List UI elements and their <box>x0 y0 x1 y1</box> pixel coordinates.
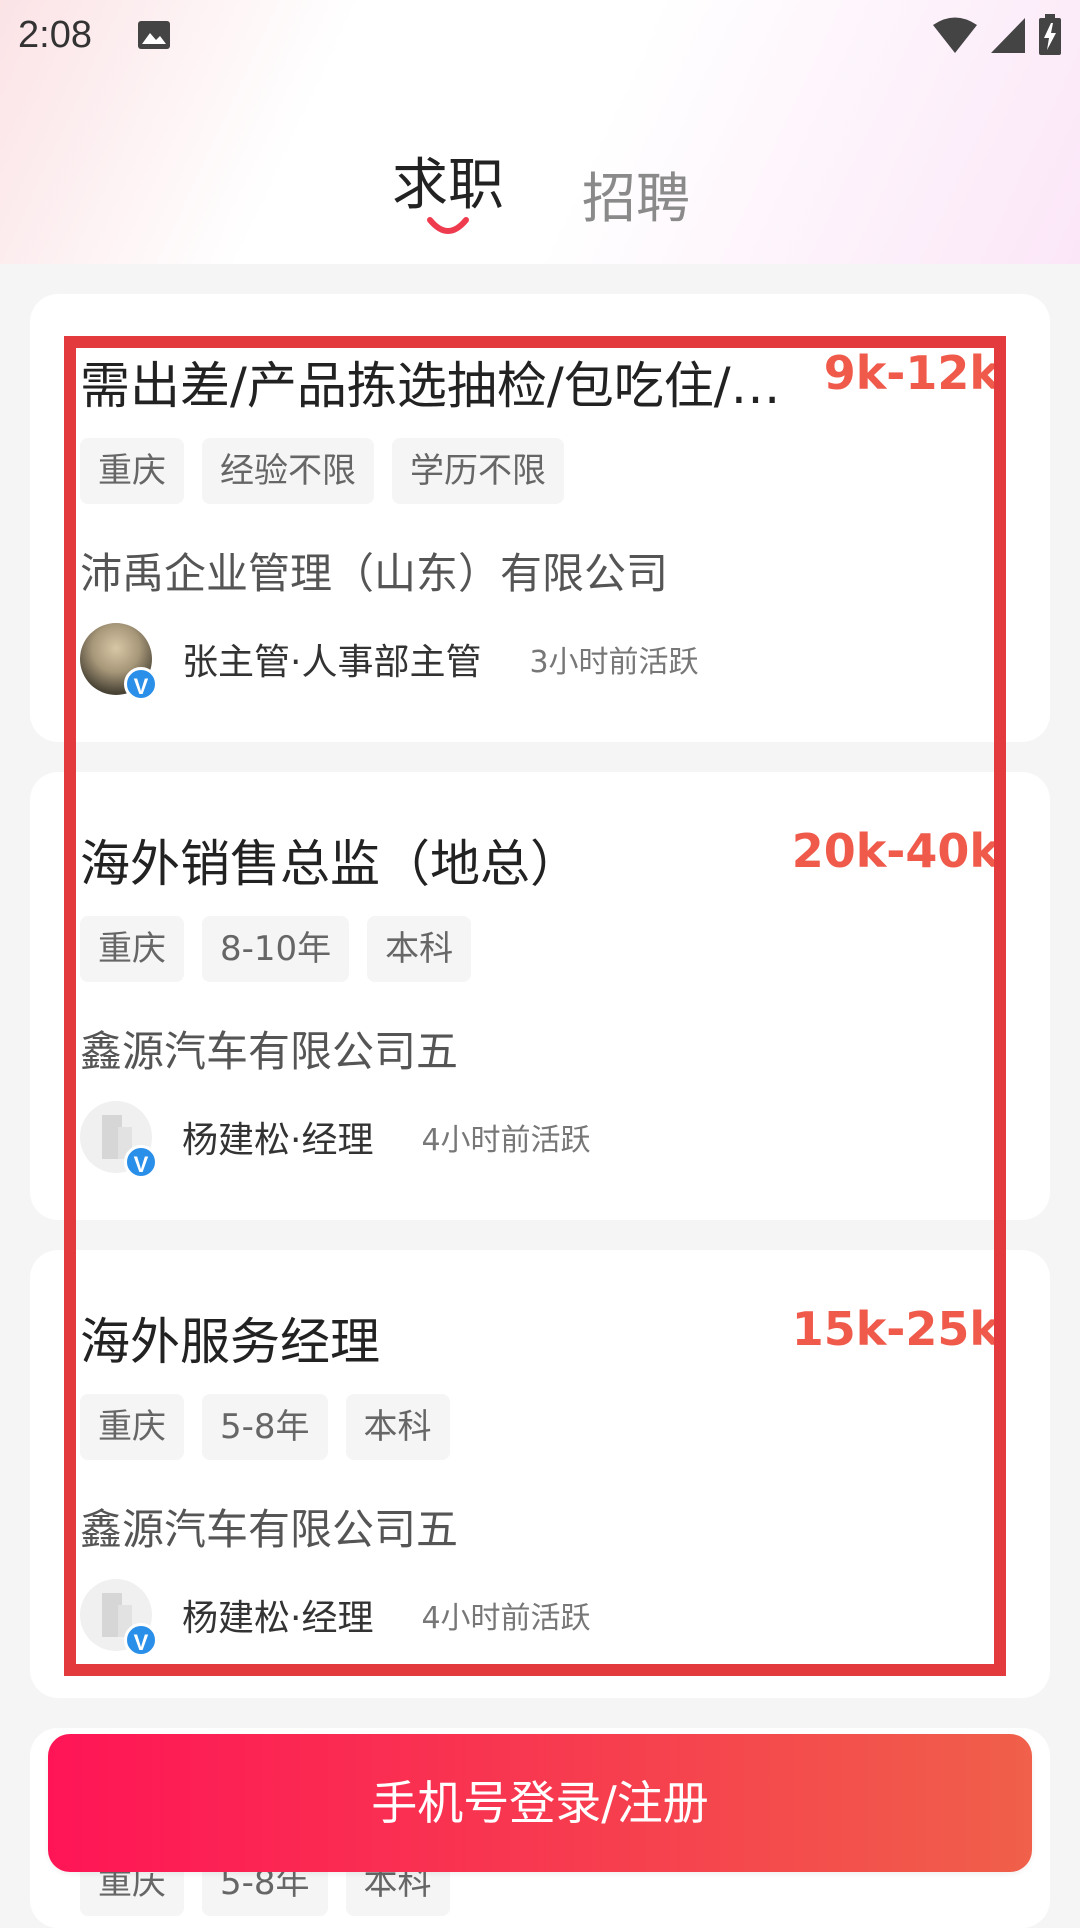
avatar: V <box>80 1579 158 1657</box>
job-salary: 9k-12k <box>823 346 1000 400</box>
job-tags: 重庆 经验不限 学历不限 <box>80 438 564 504</box>
header: 2:08 求职 招聘 <box>0 0 1080 264</box>
active-time: 4小时前活跃 <box>421 1601 591 1636</box>
recruiter-row: V 杨建松·经理 4小时前活跃 <box>80 1100 591 1179</box>
tag-location: 重庆 <box>80 438 184 504</box>
active-time: 3小时前活跃 <box>529 645 699 680</box>
image-icon <box>138 21 170 49</box>
company-name: 沛禹企业管理（山东）有限公司 <box>80 549 669 598</box>
tag-education: 学历不限 <box>392 438 564 504</box>
recruiter-name: 杨建松·经理 <box>182 1598 374 1639</box>
wifi-icon <box>933 17 977 53</box>
status-time: 2:08 <box>18 14 92 56</box>
job-card[interactable]: 需出差/产品拣选抽检/包吃住/… 9k-12k 重庆 经验不限 学历不限 沛禹企… <box>30 294 1050 742</box>
login-register-button[interactable]: 手机号登录/注册 <box>48 1734 1032 1872</box>
verified-badge-icon: V <box>124 1623 158 1657</box>
company-name: 鑫源汽车有限公司五 <box>80 1505 459 1554</box>
company-name: 鑫源汽车有限公司五 <box>80 1027 459 1076</box>
recruiter-row: V 杨建松·经理 4小时前活跃 <box>80 1578 591 1657</box>
tag-education: 本科 <box>367 916 472 982</box>
recruiter-name: 杨建松·经理 <box>182 1120 374 1161</box>
job-title: 需出差/产品拣选抽检/包吃住/… <box>80 357 781 415</box>
tag-experience: 5-8年 <box>202 1394 328 1460</box>
tag-education: 本科 <box>345 1394 450 1460</box>
job-card[interactable]: 海外服务经理 15k-25k 重庆 5-8年 本科 鑫源汽车有限公司五 V 杨建… <box>30 1250 1050 1698</box>
tag-experience: 经验不限 <box>202 438 374 504</box>
job-tags: 重庆 8-10年 本科 <box>80 916 472 982</box>
recruiter-name: 张主管·人事部主管 <box>182 642 482 683</box>
active-time: 4小时前活跃 <box>421 1123 591 1158</box>
job-title: 海外服务经理 <box>80 1313 380 1371</box>
verified-badge-icon: V <box>124 1145 158 1179</box>
status-icons <box>932 14 1062 56</box>
tag-location: 重庆 <box>80 1394 184 1460</box>
avatar: V <box>80 1101 158 1179</box>
job-title: 海外销售总监（地总） <box>80 835 580 893</box>
job-tags: 重庆 5-8年 本科 <box>80 1394 450 1460</box>
tab-job-seeking[interactable]: 求职 <box>392 140 504 221</box>
tag-location: 重庆 <box>80 916 184 982</box>
tab-recruiting[interactable]: 招聘 <box>582 154 690 233</box>
tab-active-indicator <box>427 217 469 234</box>
avatar: V <box>80 623 158 701</box>
job-salary: 20k-40k <box>791 824 1000 878</box>
tab-bar: 求职 招聘 <box>0 140 1080 250</box>
recruiter-row: V 张主管·人事部主管 3小时前活跃 <box>80 622 699 701</box>
tag-experience: 8-10年 <box>202 916 350 982</box>
signal-icon <box>991 18 1025 53</box>
job-card[interactable]: 海外销售总监（地总） 20k-40k 重庆 8-10年 本科 鑫源汽车有限公司五… <box>30 772 1050 1220</box>
verified-badge-icon: V <box>124 667 158 701</box>
job-salary: 15k-25k <box>791 1302 1000 1356</box>
battery-charging-icon <box>1039 14 1061 55</box>
